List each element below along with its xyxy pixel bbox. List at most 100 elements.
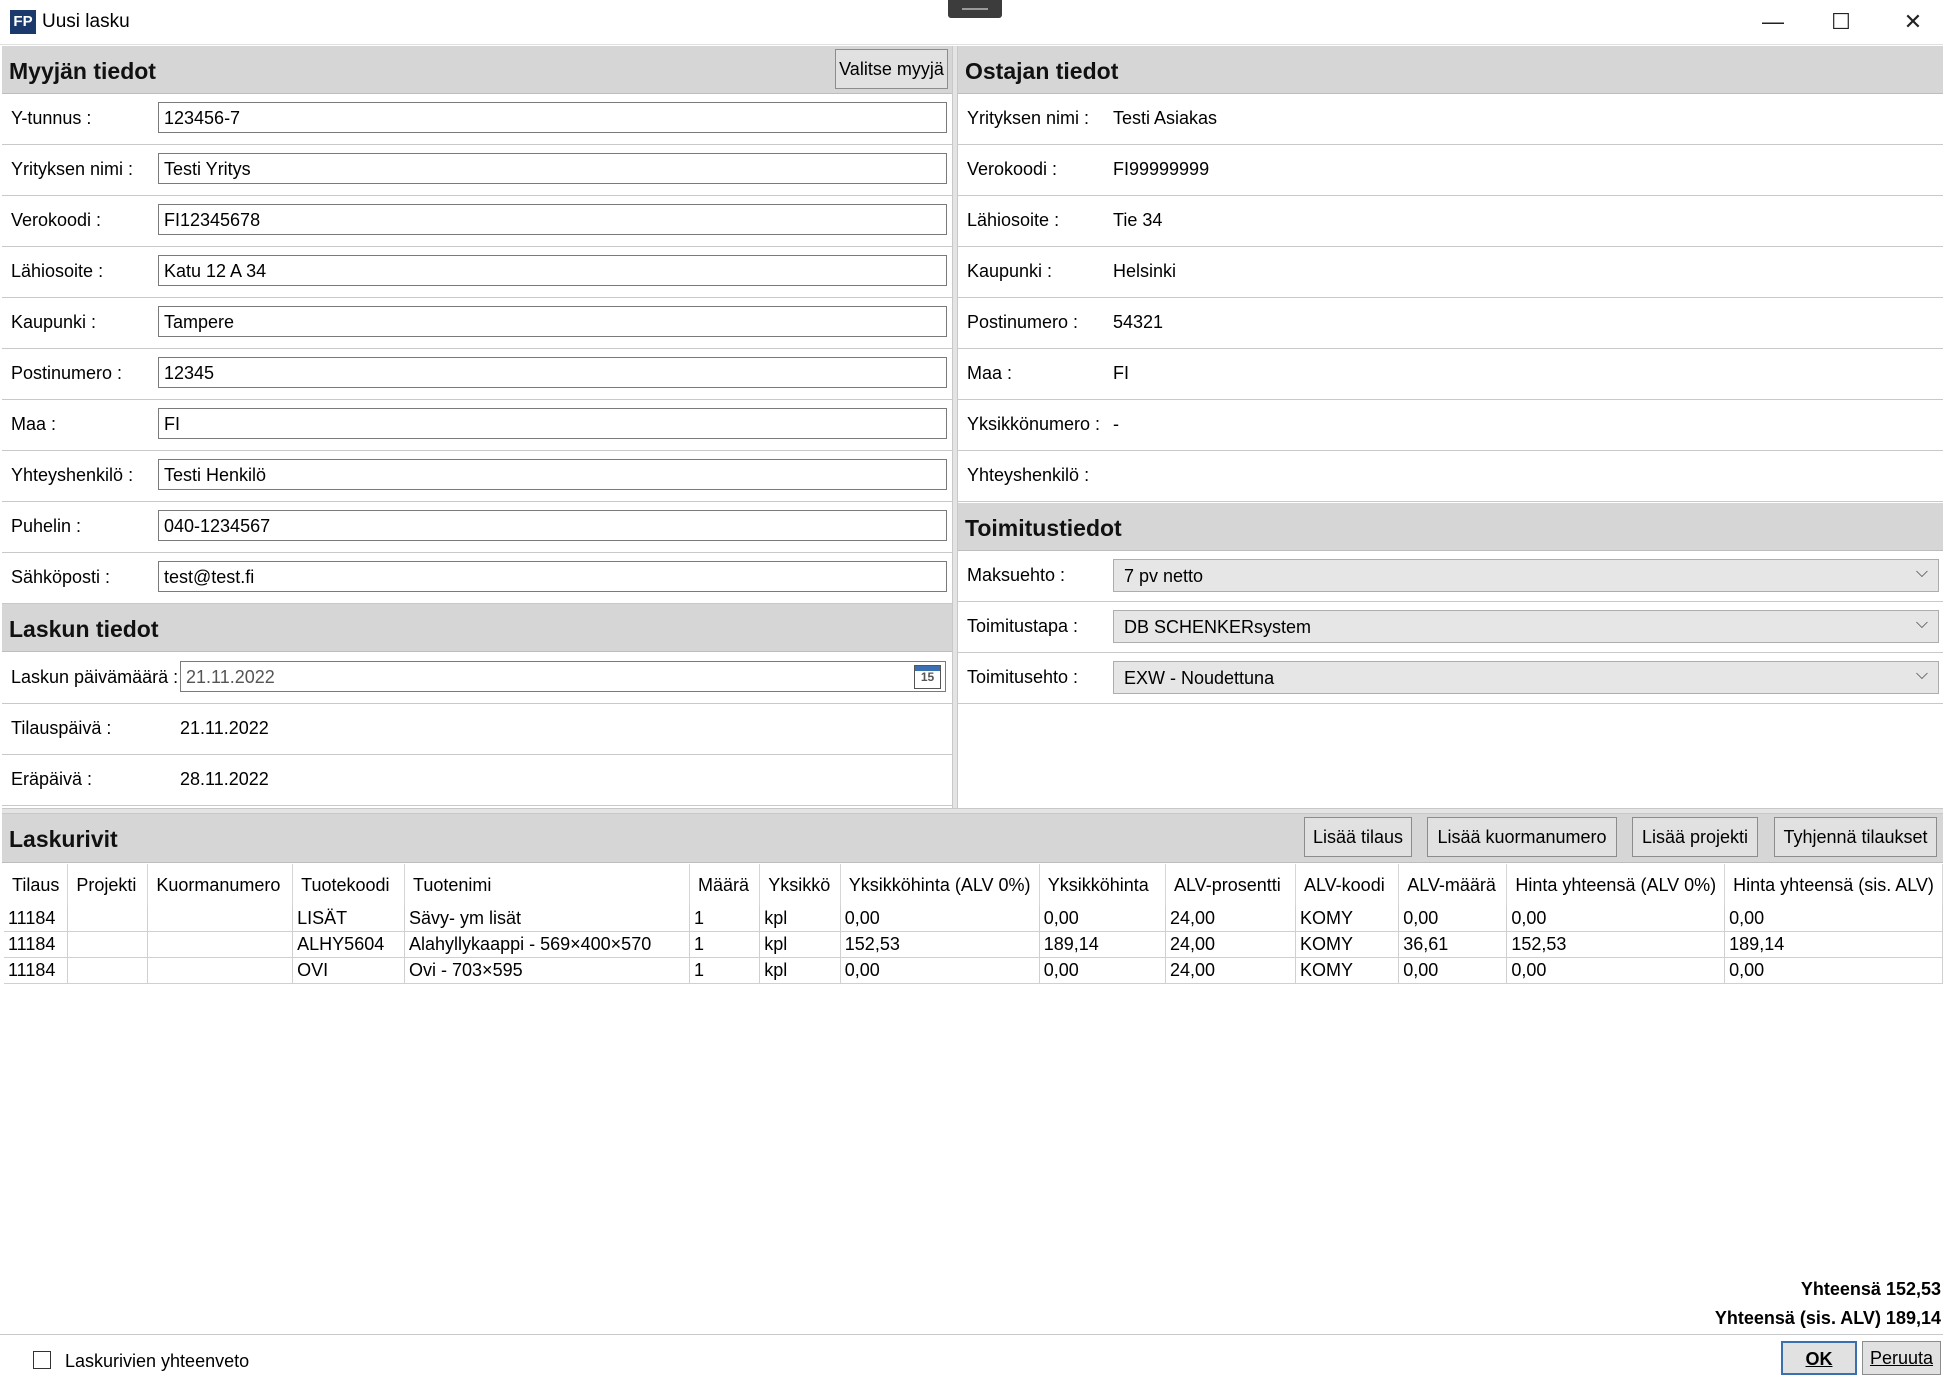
table-cell[interactable]: [67, 957, 149, 984]
table-cell[interactable]: 1: [689, 906, 761, 932]
seller-field-input[interactable]: 123456-7: [158, 102, 947, 133]
table-cell[interactable]: 152,53: [840, 931, 1040, 958]
seller-field-label: Maa :: [11, 414, 57, 434]
column-header[interactable]: Hinta yhteensä (sis. ALV): [1724, 864, 1943, 906]
table-cell[interactable]: [147, 906, 294, 932]
seller-field-label: Postinumero :: [11, 363, 123, 383]
table-cell[interactable]: 0,00: [1724, 906, 1943, 932]
table-cell[interactable]: [147, 957, 294, 984]
table-cell[interactable]: 0,00: [1398, 906, 1508, 932]
table-cell[interactable]: 189,14: [1039, 931, 1167, 958]
column-header[interactable]: Yksikköhinta: [1039, 864, 1167, 906]
summary-checkbox[interactable]: [33, 1351, 51, 1369]
table-cell[interactable]: Ovi - 703×595: [404, 957, 691, 984]
due-date-row: Eräpäivä : 28.11.2022: [2, 755, 952, 806]
close-button[interactable]: ✕: [1893, 8, 1933, 36]
table-cell[interactable]: 0,00: [840, 906, 1040, 932]
add-order-button[interactable]: Lisää tilaus: [1304, 817, 1412, 857]
table-cell[interactable]: Sävy- ym lisät: [404, 906, 691, 932]
table-cell[interactable]: 1: [689, 931, 761, 958]
add-load-number-button[interactable]: Lisää kuormanumero: [1427, 817, 1617, 857]
table-cell[interactable]: 11184: [4, 906, 69, 932]
column-header[interactable]: Kuormanumero: [147, 864, 294, 906]
buyer-field-row: Lähiosoite : Tie 34: [958, 196, 1943, 247]
delivery-title: Toimitustiedot: [965, 515, 1122, 541]
table-cell[interactable]: KOMY: [1295, 931, 1400, 958]
seller-field-input[interactable]: Testi Henkilö: [158, 459, 947, 490]
column-header[interactable]: Tuotekoodi: [292, 864, 406, 906]
table-cell[interactable]: LISÄT: [292, 906, 406, 932]
table-cell[interactable]: kpl: [759, 906, 841, 932]
cancel-button[interactable]: Peruuta: [1862, 1341, 1941, 1375]
column-header[interactable]: Yksikkö: [759, 864, 841, 906]
calendar-icon[interactable]: 15: [914, 665, 941, 689]
seller-field-label: Yhteyshenkilö :: [11, 465, 134, 485]
seller-field-input[interactable]: 040-1234567: [158, 510, 947, 541]
table-cell[interactable]: Alahyllykaappi - 569×400×570: [404, 931, 691, 958]
delivery-field-select[interactable]: 7 pv netto ⌵: [1113, 559, 1939, 592]
delivery-field-select[interactable]: DB SCHENKERsystem ⌵: [1113, 610, 1939, 643]
seller-field-input[interactable]: test@test.fi: [158, 561, 947, 592]
column-header[interactable]: Projekti: [67, 864, 149, 906]
table-cell[interactable]: 0,00: [1398, 957, 1508, 984]
seller-field-input[interactable]: FI12345678: [158, 204, 947, 235]
table-row[interactable]: 11184 OVI Ovi - 703×595 1 kpl 0,00 0,00 24,00 KO…: [4, 957, 1943, 984]
table-cell[interactable]: 189,14: [1724, 931, 1943, 958]
table-cell[interactable]: 11184: [4, 957, 69, 984]
drag-grip-icon[interactable]: [948, 0, 1002, 18]
seller-field-input[interactable]: Katu 12 A 34: [158, 255, 947, 286]
column-header[interactable]: ALV-määrä: [1398, 864, 1508, 906]
clear-orders-button[interactable]: Tyhjennä tilaukset: [1774, 817, 1937, 857]
table-cell[interactable]: 24,00: [1165, 957, 1296, 984]
seller-field-input[interactable]: Testi Yritys: [158, 153, 947, 184]
summary-label[interactable]: Laskurivien yhteenveto: [65, 1351, 249, 1372]
table-cell[interactable]: kpl: [759, 931, 841, 958]
table-row[interactable]: 11184 ALHY5604 Alahyllykaappi - 569×400×57…: [4, 931, 1943, 958]
table-cell[interactable]: kpl: [759, 957, 841, 984]
table-cell[interactable]: 152,53: [1506, 931, 1726, 958]
column-header[interactable]: Tilaus: [4, 864, 69, 906]
table-cell[interactable]: 24,00: [1165, 906, 1296, 932]
column-header[interactable]: Määrä: [689, 864, 761, 906]
ok-button[interactable]: OK: [1781, 1341, 1857, 1375]
table-cell[interactable]: OVI: [292, 957, 406, 984]
column-header[interactable]: Hinta yhteensä (ALV 0%): [1506, 864, 1726, 906]
table-cell[interactable]: KOMY: [1295, 957, 1400, 984]
seller-field-input[interactable]: FI: [158, 408, 947, 439]
buyer-title: Ostajan tiedot: [965, 58, 1119, 84]
table-cell[interactable]: ALHY5604: [292, 931, 406, 958]
minimize-button[interactable]: —: [1753, 8, 1793, 36]
column-header[interactable]: ALV-koodi: [1295, 864, 1400, 906]
seller-field-input[interactable]: 12345: [158, 357, 947, 388]
seller-field-input[interactable]: Tampere: [158, 306, 947, 337]
table-cell[interactable]: 24,00: [1165, 931, 1296, 958]
column-header[interactable]: ALV-prosentti: [1165, 864, 1296, 906]
seller-field-row: Maa : FI: [2, 400, 952, 451]
maximize-button[interactable]: ☐: [1821, 8, 1861, 36]
seller-field-row: Sähköposti : test@test.fi: [2, 553, 952, 604]
buyer-field-value: Tie 34: [1113, 210, 1163, 230]
invoice-date-input[interactable]: 21.11.2022 15: [180, 661, 946, 692]
invoice-rows-table[interactable]: Tilaus Projekti Kuormanumero Tuotekoodi Tuot…: [4, 864, 1943, 984]
table-cell[interactable]: [67, 931, 149, 958]
table-cell[interactable]: [147, 931, 294, 958]
table-cell[interactable]: 0,00: [1724, 957, 1943, 984]
column-header[interactable]: Yksikköhinta (ALV 0%): [840, 864, 1040, 906]
table-cell[interactable]: 11184: [4, 931, 69, 958]
add-project-button[interactable]: Lisää projekti: [1632, 817, 1758, 857]
table-cell[interactable]: 0,00: [1039, 957, 1167, 984]
delivery-field-row: Maksuehto : 7 pv netto ⌵: [958, 551, 1943, 602]
table-row[interactable]: 11184 LISÄT Sävy- ym lisät 1 kpl 0,00 0,00 24,0…: [4, 906, 1943, 932]
table-cell[interactable]: [67, 906, 149, 932]
table-cell[interactable]: 0,00: [840, 957, 1040, 984]
table-cell[interactable]: KOMY: [1295, 906, 1400, 932]
delivery-field-select[interactable]: EXW - Noudettuna ⌵: [1113, 661, 1939, 694]
select-seller-button[interactable]: Valitse myyjä: [835, 49, 948, 89]
table-cell[interactable]: 1: [689, 957, 761, 984]
buyer-field-row: Postinumero : 54321: [958, 298, 1943, 349]
table-cell[interactable]: 0,00: [1506, 906, 1726, 932]
table-cell[interactable]: 36,61: [1398, 931, 1508, 958]
table-cell[interactable]: 0,00: [1506, 957, 1726, 984]
column-header[interactable]: Tuotenimi: [404, 864, 691, 906]
table-cell[interactable]: 0,00: [1039, 906, 1167, 932]
